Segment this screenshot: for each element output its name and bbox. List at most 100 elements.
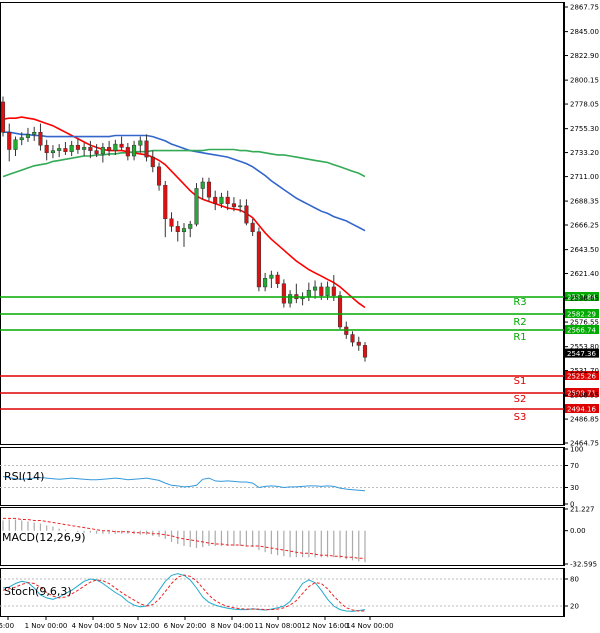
price-tick-label: 2666.25 — [570, 222, 599, 230]
candle-body — [150, 156, 155, 168]
time-tick-label: 14 Nov 00:00 — [346, 622, 393, 630]
candle-body — [337, 295, 343, 328]
candle-body — [263, 278, 268, 288]
candle-body — [331, 286, 336, 296]
price-tick-label: 2531.70 — [570, 367, 599, 375]
panel-frame-3 — [0, 568, 564, 617]
level-price-label: 2566.74 — [567, 327, 596, 335]
level-price-label: 2494.16 — [567, 406, 596, 414]
level-label: S1 — [514, 376, 527, 387]
current-price-label: 2547.36 — [567, 350, 596, 358]
candle-body — [175, 226, 180, 233]
candle-body — [63, 148, 68, 152]
price-tick-label: 2778.05 — [570, 101, 599, 109]
candle-body — [38, 131, 43, 146]
candle-body — [306, 289, 311, 297]
candle-body — [32, 131, 37, 135]
candle-body — [7, 131, 12, 150]
candle-body — [75, 144, 80, 150]
candle-body — [269, 274, 274, 279]
macd-tick-label: 21.227 — [570, 506, 595, 514]
candle-body — [181, 228, 187, 233]
rsi-tick-label: 70 — [570, 462, 579, 470]
time-tick-label: 11 Nov 08:00 — [254, 622, 301, 630]
candle-body — [213, 196, 218, 204]
candle-body — [156, 166, 162, 186]
candle-body — [188, 223, 193, 229]
candle-body — [88, 147, 93, 151]
candle-body — [100, 147, 105, 155]
time-tick-label: 5 Nov 12:00 — [117, 622, 160, 630]
candle-body — [250, 222, 255, 233]
price-tick-label: 2800.15 — [570, 77, 599, 85]
candle-body — [356, 341, 361, 346]
stoch-title: Stoch(9,6,3) — [4, 585, 72, 598]
macd-tick-label: -32.595 — [570, 561, 597, 569]
candle-body — [344, 326, 349, 335]
candle-body — [281, 283, 286, 304]
candle-body — [44, 144, 49, 154]
candle-body — [119, 143, 124, 148]
candle-body — [325, 286, 330, 296]
time-tick-label: 1 Nov 00:00 — [25, 622, 68, 630]
macd-title: MACD(12,26,9) — [2, 531, 86, 544]
time-tick-label: 6 Nov 20:00 — [164, 622, 207, 630]
candle-body — [69, 144, 74, 152]
price-tick-label: 2576.55 — [570, 319, 599, 327]
macd-tick-label: 0.00 — [570, 527, 586, 535]
price-tick-label: 2867.75 — [570, 4, 599, 12]
stoch-tick-label: 80 — [570, 576, 579, 584]
level-label: R1 — [513, 332, 526, 343]
candle-body — [107, 147, 112, 151]
candle-body — [82, 147, 87, 150]
candle-body — [231, 203, 236, 208]
candle-body — [50, 150, 55, 154]
candle-body — [19, 137, 24, 141]
price-tick-label: 2553.80 — [570, 343, 599, 351]
time-tick-label: 8 Nov 04:00 — [211, 622, 254, 630]
panel-frame-1 — [0, 447, 564, 506]
level-label: R2 — [513, 317, 526, 328]
price-tick-label: 2621.40 — [570, 270, 599, 278]
candle-body — [25, 134, 31, 138]
candle-body — [94, 150, 99, 155]
rsi-tick-label: 30 — [570, 484, 579, 492]
level-label: S2 — [514, 394, 527, 405]
price-tick-label: 2598.65 — [570, 295, 599, 303]
rsi-line — [2, 476, 366, 492]
rsi-tick-label: 100 — [570, 446, 583, 454]
candle-body — [169, 218, 174, 227]
candle-body — [0, 101, 6, 133]
time-tick-label: 12 Nov 16:00 — [301, 622, 348, 630]
candle-body — [206, 181, 212, 198]
candle-body — [138, 140, 143, 146]
price-tick-label: 2822.90 — [570, 52, 599, 60]
price-tick-label: 2486.85 — [570, 416, 599, 424]
price-tick-label: 2688.35 — [570, 198, 599, 206]
candle-body — [313, 286, 318, 291]
level-label: S3 — [514, 412, 527, 423]
candle-body — [194, 188, 199, 225]
candle-body — [200, 181, 205, 189]
price-tick-label: 2733.20 — [570, 149, 599, 157]
candle-body — [244, 205, 249, 224]
price-tick-label: 2508.95 — [570, 392, 599, 400]
candle-body — [225, 196, 230, 204]
time-tick-label: 4 Nov 04:00 — [72, 622, 115, 630]
time-tick-label: 16:00 — [0, 622, 14, 630]
price-tick-label: 2755.30 — [570, 125, 599, 133]
moving-average-line — [3, 131, 366, 232]
candle-body — [288, 294, 293, 304]
candle-body — [256, 231, 261, 288]
candle-body — [144, 140, 149, 158]
candle-body — [238, 205, 243, 208]
level-price-label: 2582.29 — [567, 311, 596, 319]
candle-body — [350, 334, 355, 343]
candle-body — [219, 196, 224, 204]
moving-average-line — [2, 148, 366, 178]
panel-frame-0 — [0, 2, 564, 445]
candle-body — [362, 345, 368, 358]
stoch-tick-label: 20 — [570, 603, 579, 611]
candle-body — [125, 147, 130, 157]
candle-body — [13, 139, 18, 150]
